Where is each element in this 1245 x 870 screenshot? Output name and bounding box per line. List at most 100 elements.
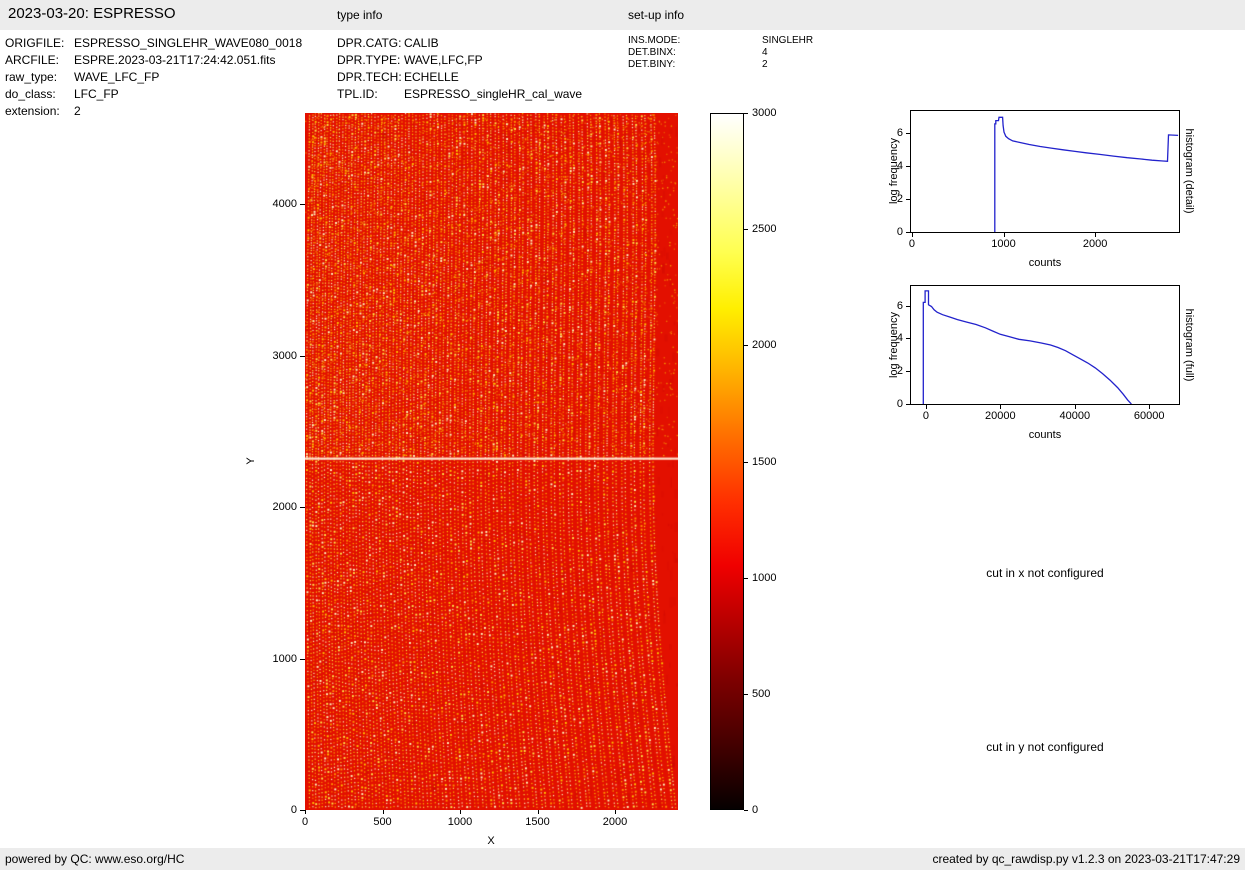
info-value: WAVE_LFC_FP [74, 70, 159, 84]
raw-frame-heatmap [305, 113, 678, 810]
info-value: WAVE,LFC,FP [404, 53, 483, 67]
tick-label: 0 [897, 226, 903, 238]
tick-mark [1000, 405, 1001, 409]
histogram-detail-side-title: histogram (detail) [1183, 129, 1195, 214]
tick-mark [300, 204, 305, 205]
hist-full-svg [911, 286, 1179, 404]
info-label: DPR.TYPE: [337, 53, 404, 67]
header-bar: 2023-03-20: ESPRESSO type info set-up in… [0, 0, 1245, 30]
tick-label: 3000 [752, 107, 776, 119]
setup-info-header: set-up info [628, 8, 684, 22]
info-value: ESPRESSO_singleHR_cal_wave [404, 87, 582, 101]
info-row-tpl-id: TPL.ID:ESPRESSO_singleHR_cal_wave [337, 87, 582, 101]
tick-mark [906, 371, 910, 372]
raw-x-axis-label: X [487, 835, 494, 847]
info-row-dpr-tech: DPR.TECH:ECHELLE [337, 70, 459, 84]
tick-mark [300, 507, 305, 508]
raw-y-axis-label: Y [245, 457, 257, 464]
info-value: 4 [762, 47, 768, 58]
tick-mark [906, 306, 910, 307]
tick-mark [383, 810, 384, 814]
cut-y-message: cut in y not configured [986, 740, 1103, 754]
info-row-extension: extension:2 [5, 104, 81, 118]
tick-label: 3000 [273, 350, 297, 362]
tick-label: 1500 [752, 456, 776, 468]
info-label: TPL.ID: [337, 87, 404, 101]
tick-label: 60000 [1134, 410, 1165, 422]
info-value: 2 [74, 104, 81, 118]
tick-mark [906, 404, 910, 405]
histogram-full-x-label: counts [1029, 429, 1061, 441]
tick-label: 2 [897, 193, 903, 205]
tick-mark [744, 694, 748, 695]
footer-bar: powered by QC: www.eso.org/HC created by… [0, 848, 1245, 870]
info-row-do-class: do_class:LFC_FP [5, 87, 119, 101]
info-value: ESPRESSO_SINGLEHR_WAVE080_0018 [74, 36, 302, 50]
info-value: 2 [762, 59, 768, 70]
tick-mark [744, 345, 748, 346]
tick-label: 500 [373, 816, 391, 828]
tick-mark [300, 659, 305, 660]
tick-mark [1075, 405, 1076, 409]
histogram-full-plot [910, 285, 1180, 405]
tick-label: 2 [897, 365, 903, 377]
info-row-det-binx: DET.BINX:4 [628, 47, 768, 58]
tick-label: 40000 [1059, 410, 1090, 422]
tick-label: 0 [923, 410, 929, 422]
tick-label: 0 [302, 816, 308, 828]
info-label: ARCFILE: [5, 53, 74, 67]
tick-label: 0 [752, 804, 758, 816]
info-label: DPR.TECH: [337, 70, 404, 84]
tick-mark [906, 232, 910, 233]
tick-mark [906, 199, 910, 200]
tick-mark [615, 810, 616, 814]
tick-label: 4000 [273, 198, 297, 210]
type-info-header: type info [337, 8, 382, 22]
info-row-raw-type: raw_type:WAVE_LFC_FP [5, 70, 159, 84]
tick-label: 4 [897, 332, 903, 344]
tick-mark [300, 810, 305, 811]
colorbar [710, 113, 744, 810]
info-label: raw_type: [5, 70, 74, 84]
tick-mark [744, 810, 748, 811]
tick-mark [1149, 405, 1150, 409]
tick-mark [1004, 233, 1005, 237]
tick-label: 1000 [448, 816, 472, 828]
info-label: INS.MODE: [628, 35, 762, 46]
info-label: DPR.CATG: [337, 36, 404, 50]
info-label: extension: [5, 104, 74, 118]
tick-mark [744, 462, 748, 463]
info-label: ORIGFILE: [5, 36, 74, 50]
tick-label: 2000 [273, 501, 297, 513]
tick-mark [300, 356, 305, 357]
info-value: ECHELLE [404, 70, 459, 84]
tick-label: 500 [752, 688, 770, 700]
tick-mark [926, 405, 927, 409]
tick-label: 1500 [525, 816, 549, 828]
info-label: DET.BINX: [628, 47, 762, 58]
footer-left-text: powered by QC: www.eso.org/HC [5, 852, 184, 866]
hist-full-line [923, 291, 1131, 404]
info-row-det-biny: DET.BINY:2 [628, 59, 768, 70]
cut-x-message: cut in x not configured [986, 566, 1103, 580]
info-label: do_class: [5, 87, 74, 101]
info-value: CALIB [404, 36, 439, 50]
info-value: SINGLEHR [762, 35, 813, 46]
tick-label: 2000 [603, 816, 627, 828]
tick-label: 2000 [1083, 238, 1107, 250]
tick-mark [305, 810, 306, 814]
tick-label: 4 [897, 160, 903, 172]
tick-label: 1000 [273, 653, 297, 665]
info-value: ESPRE.2023-03-21T17:24:42.051.fits [74, 53, 275, 67]
tick-label: 0 [909, 238, 915, 250]
tick-mark [744, 229, 748, 230]
info-row-ins-mode: INS.MODE:SINGLEHR [628, 35, 813, 46]
info-row-dpr-catg: DPR.CATG:CALIB [337, 36, 439, 50]
tick-mark [912, 233, 913, 237]
tick-label: 1000 [752, 572, 776, 584]
tick-label: 0 [897, 398, 903, 410]
info-value: LFC_FP [74, 87, 119, 101]
tick-mark [538, 810, 539, 814]
qc-report-page: 2023-03-20: ESPRESSO type info set-up in… [0, 0, 1245, 870]
info-label: DET.BINY: [628, 59, 762, 70]
